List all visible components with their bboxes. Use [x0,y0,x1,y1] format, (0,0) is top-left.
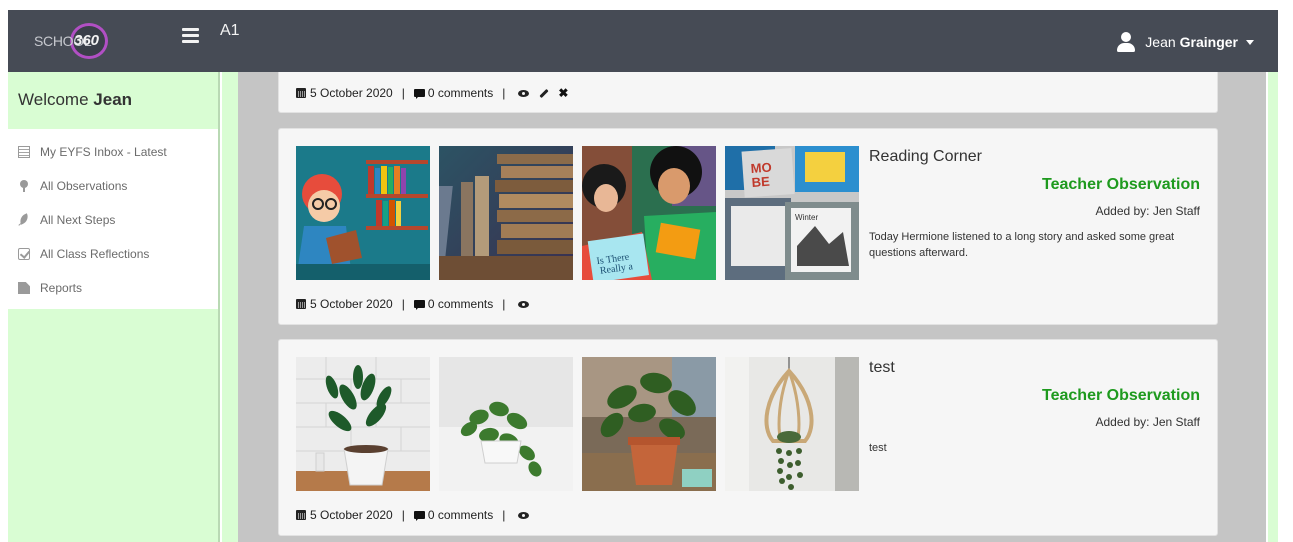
post-description: Today Hermione listened to a long story … [869,231,1175,259]
calendar-icon [296,299,306,309]
sidebar-item-label: My EYFS Inbox - Latest [40,145,167,159]
school360-logo[interactable]: SCHOOL 360 [26,22,110,60]
eye-icon[interactable] [518,511,530,519]
right-gutter [1266,72,1278,542]
post-title[interactable]: Reading Corner [869,148,982,166]
welcome-message: Welcome Jean [18,90,132,110]
pencil-icon[interactable] [539,88,549,98]
leaf-icon [18,214,30,226]
comment-icon [413,300,425,310]
separator: | [502,297,506,311]
comments-link[interactable]: 0 comments [428,297,493,311]
sidebar-item-reports[interactable]: Reports [8,271,218,305]
top-navbar: SCHOOL 360 A1 Jean Grainger [8,10,1278,72]
observation-photo[interactable] [296,357,430,491]
comments-link[interactable]: 0 comments [428,86,493,100]
added-by: Added by: Jen Staff [1095,415,1200,429]
svg-text:Winter: Winter [795,213,818,222]
inbox-list-icon [18,146,30,158]
girls-reading-painting: Is There Really a [582,146,716,280]
separator: | [502,86,506,100]
pin-icon [18,180,30,192]
page-edge [1278,0,1293,542]
comments-link[interactable]: 0 comments [428,508,493,522]
post-date: 5 October 2020 [310,297,393,311]
check-square-icon [18,248,30,260]
user-icon [1115,31,1137,53]
logo-number: 360 [74,32,100,49]
delete-icon[interactable]: ✖ [558,87,568,99]
sidebar-item-eyfs-inbox[interactable]: My EYFS Inbox - Latest [8,135,218,169]
eye-icon[interactable] [518,300,530,308]
girl-reading-illustration [296,146,430,280]
post-title[interactable]: test [869,359,895,377]
picture-books-pile: MO BE Winter [725,146,859,280]
sidebar-nav: My EYFS Inbox - Latest All Observations … [8,129,218,309]
comment-icon [413,89,425,99]
observation-card: Is There Really a MO BE Winter Reading C… [278,128,1218,325]
sidebar-item-all-observations[interactable]: All Observations [8,169,218,203]
separator: | [401,86,405,100]
sidebar-item-label: All Observations [40,179,128,193]
welcome-name: Jean [93,90,133,109]
observation-photo[interactable]: MO BE Winter [725,146,859,280]
sidebar-item-all-class-reflections[interactable]: All Class Reflections [8,237,218,271]
class-name: A1 [220,22,240,39]
comment-icon [413,511,425,521]
sidebar: Welcome Jean My EYFS Inbox - Latest All … [8,72,220,542]
post-date: 5 October 2020 [310,86,393,100]
caret-down-icon [1246,39,1254,45]
observation-photo[interactable] [439,357,573,491]
observation-card: test Teacher Observation Added by: Jen S… [278,339,1218,536]
user-last-name: Grainger [1179,34,1238,50]
observation-photo[interactable] [296,146,430,280]
sidebar-item-label: All Next Steps [40,213,116,227]
observation-photo[interactable] [439,146,573,280]
pothos-plant-photo [439,357,573,491]
file-icon [18,282,30,294]
added-by: Added by: Jen Staff [1095,204,1200,218]
post-meta: 5 October 2020 | 0 comments | [296,508,530,522]
stacked-books-photo [439,146,573,280]
observation-photo[interactable] [725,357,859,491]
observation-type: Teacher Observation [1042,387,1200,404]
calendar-icon [296,88,306,98]
post-description: test [869,442,887,454]
terracotta-pot-plant-photo [582,357,716,491]
post-meta: 5 October 2020 | 0 comments | ✖ [296,86,568,100]
hamburger-menu-icon[interactable] [182,28,199,43]
separator: | [502,508,506,522]
svg-text:BE: BE [751,174,770,190]
eye-icon[interactable] [518,89,530,97]
potted-zz-plant-photo [296,357,430,491]
sidebar-item-label: Reports [40,281,83,295]
separator: | [401,508,405,522]
post-date: 5 October 2020 [310,508,393,522]
observation-card: 5 October 2020 | 0 comments | ✖ [278,72,1218,113]
calendar-icon [296,510,306,520]
sidebar-item-all-next-steps[interactable]: All Next Steps [8,203,218,237]
sidebar-item-label: All Class Reflections [40,247,150,261]
welcome-prefix: Welcome [18,90,89,109]
user-first-name: Jean [1145,34,1176,50]
hanging-planter-photo [725,357,859,491]
post-meta: 5 October 2020 | 0 comments | [296,297,530,311]
observation-type: Teacher Observation [1042,176,1200,193]
observation-photo[interactable]: Is There Really a [582,146,716,280]
separator: | [401,297,405,311]
observation-photo[interactable] [582,357,716,491]
user-menu[interactable]: Jean Grainger [1115,31,1254,53]
